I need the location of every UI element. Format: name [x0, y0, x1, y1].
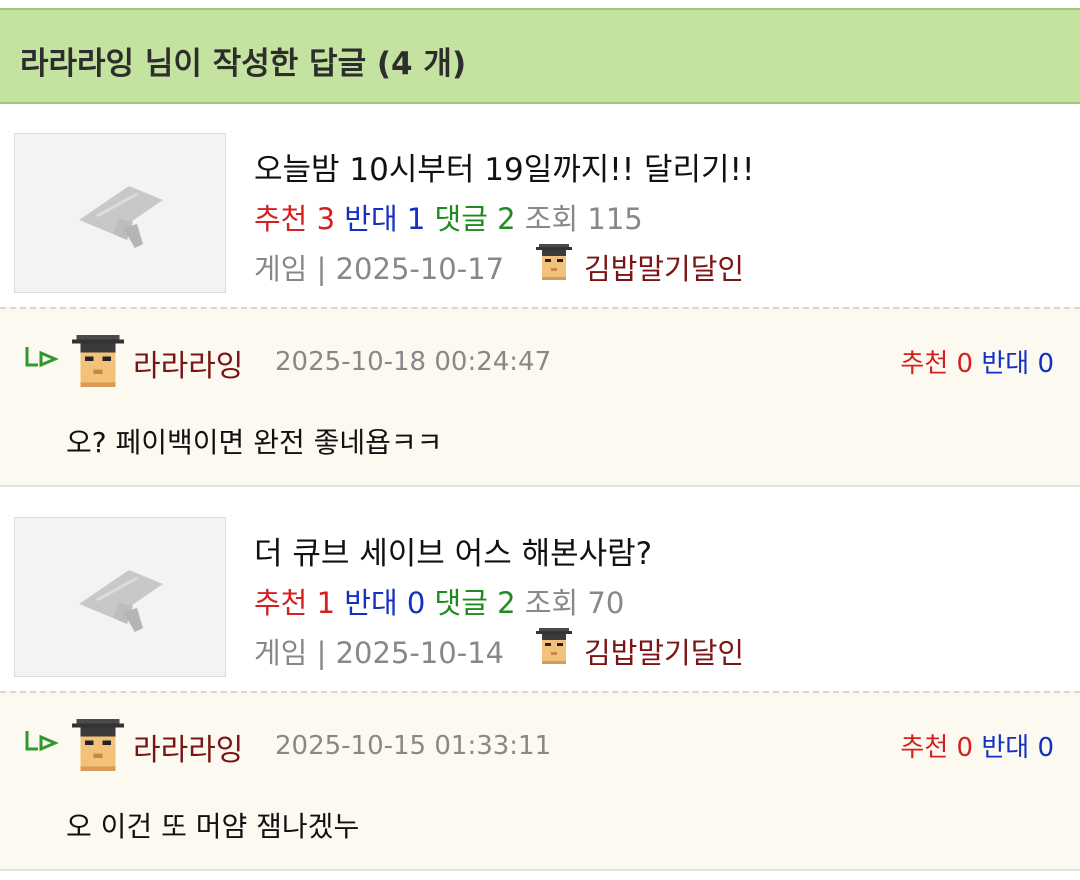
reply-item[interactable]: 라라라잉 2025-10-18 00:24:47 추천 0 반대 0 오? 페이…	[0, 307, 1080, 487]
reply-item[interactable]: 라라라잉 2025-10-15 01:33:11 추천 0 반대 0 오 이건 …	[0, 691, 1080, 871]
recommend-count: 1	[316, 586, 336, 620]
pixel-avatar-icon	[72, 719, 124, 775]
post-item[interactable]: 더 큐브 세이브 어스 해본사람? 추천 1 반대 0 댓글 2 조회 70 게…	[0, 492, 1080, 677]
post-thumbnail[interactable]	[14, 133, 226, 293]
reply-oppose-label: 반대	[981, 733, 1030, 763]
reply-datetime: 2025-10-15 01:33:11	[275, 731, 552, 761]
page-title: 라라라잉 님이 작성한 답글 (4 개)	[20, 46, 467, 82]
post-item[interactable]: 오늘밤 10시부터 19일까지!! 달리기!! 추천 3 반대 1 댓글 2 조…	[0, 108, 1080, 293]
meta-separator: |	[316, 252, 327, 286]
meta-separator: |	[316, 636, 327, 670]
reply-recommend-count: 0	[956, 349, 974, 379]
reply-arrow-icon	[25, 347, 59, 368]
post-title[interactable]: 오늘밤 10시부터 19일까지!! 달리기!!	[254, 144, 754, 189]
recommend-count: 3	[316, 202, 336, 236]
reply-oppose-label: 반대	[981, 349, 1030, 379]
comment-count: 2	[497, 586, 516, 620]
reply-votes: 추천 0 반대 0	[900, 343, 1054, 380]
oppose-label: 반대	[344, 202, 398, 236]
post-meta: 게임 | 2025-10-14 김밥말기달인	[254, 628, 744, 672]
oppose-label: 반대	[344, 586, 398, 620]
pixel-avatar-icon	[536, 628, 572, 671]
reply-votes: 추천 0 반대 0	[900, 727, 1054, 764]
post-stats: 추천 1 반대 0 댓글 2 조회 70	[254, 580, 624, 622]
reply-oppose-count: 0	[1037, 349, 1054, 379]
oppose-count: 1	[406, 202, 426, 236]
post-date: 2025-10-17	[335, 252, 505, 286]
post-author[interactable]: 김밥말기달인	[584, 630, 744, 672]
pixel-avatar-icon	[72, 335, 124, 391]
reply-oppose-count: 0	[1037, 733, 1054, 763]
reply-recommend-count: 0	[956, 733, 974, 763]
views-label: 조회	[524, 586, 579, 620]
post-stats: 추천 3 반대 1 댓글 2 조회 115	[254, 196, 643, 238]
post-category: 게임	[254, 252, 308, 286]
reply-text: 오 이건 또 머얌 잼나겠누	[66, 810, 360, 843]
reply-author[interactable]: 라라라잉	[133, 725, 243, 769]
pixel-avatar-icon	[536, 244, 572, 287]
post-title[interactable]: 더 큐브 세이브 어스 해본사람?	[254, 528, 652, 573]
views-count: 70	[587, 586, 625, 620]
post-date: 2025-10-14	[335, 636, 505, 670]
recommend-label: 추천	[254, 202, 308, 236]
post-meta: 게임 | 2025-10-17 김밥말기달인	[254, 244, 744, 288]
reply-datetime: 2025-10-18 00:24:47	[275, 347, 552, 377]
comment-label: 댓글	[434, 586, 488, 620]
page-header: 라라라잉 님이 작성한 답글 (4 개)	[0, 8, 1080, 104]
reply-recommend-label: 추천	[900, 349, 949, 379]
graduation-cap-placeholder-icon	[79, 570, 163, 632]
oppose-count: 0	[406, 586, 426, 620]
graduation-cap-placeholder-icon	[79, 186, 163, 248]
post-author[interactable]: 김밥말기달인	[584, 246, 744, 288]
recommend-label: 추천	[254, 586, 308, 620]
comment-label: 댓글	[434, 202, 488, 236]
views-label: 조회	[524, 202, 579, 236]
views-count: 115	[587, 202, 643, 236]
reply-recommend-label: 추천	[900, 733, 949, 763]
reply-author[interactable]: 라라라잉	[133, 341, 243, 385]
post-thumbnail[interactable]	[14, 517, 226, 677]
post-category: 게임	[254, 636, 308, 670]
reply-arrow-icon	[25, 731, 59, 752]
reply-text: 오? 페이백이면 완전 좋네욥ㅋㅋ	[66, 426, 443, 459]
comment-count: 2	[497, 202, 516, 236]
